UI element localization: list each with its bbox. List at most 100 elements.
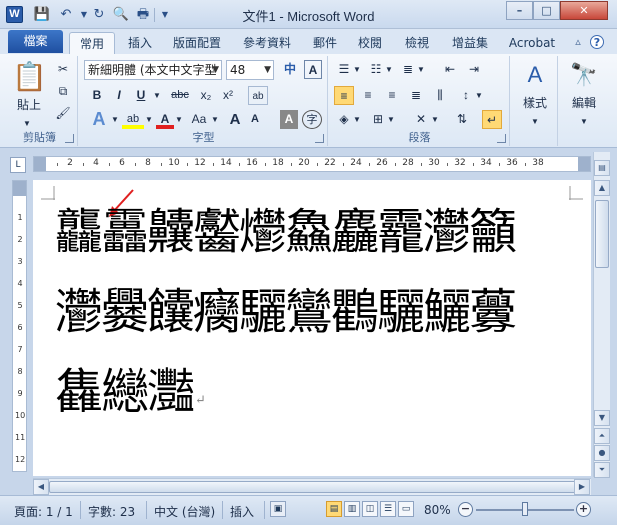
change-case-dropdown-icon[interactable]: ▼ [210,110,220,129]
line-spacing-dropdown-icon[interactable]: ▼ [474,86,484,105]
bold-button[interactable]: B [88,86,106,105]
scroll-left-icon[interactable]: ◀ [33,479,49,495]
vertical-scroll-thumb[interactable] [595,200,609,268]
outline-view-icon[interactable]: ☰ [380,501,396,517]
tab-file[interactable]: 檔案 [8,30,63,53]
phonetic-guide-icon[interactable]: ab [248,86,268,105]
vertical-scrollbar[interactable]: ▤ ▲ ▼ ⏶ ● ⏷ [593,152,610,478]
font-color-icon[interactable]: A [156,110,174,129]
editing-dropdown-icon[interactable]: ▼ [579,112,589,131]
draft-view-icon[interactable]: ▭ [398,501,414,517]
highlight-dropdown-icon[interactable]: ▼ [144,110,154,129]
tab-review[interactable]: 校閱 [350,32,390,54]
numbering-dropdown-icon[interactable]: ▼ [384,60,394,79]
justify-icon[interactable]: ≣ [406,86,426,105]
document-page[interactable]: 龘靐齉齾爩鱻麤龗灪籲 灪爨饢癵驪鸞鸜驪鱺虋 雥纞灩 ↵ [33,180,591,476]
cut-icon[interactable]: ✂ [54,60,72,79]
tab-home[interactable]: 常用 [69,32,115,54]
scroll-right-icon[interactable]: ▶ [574,479,590,495]
increase-indent-icon[interactable]: ⇥ [464,60,484,79]
horizontal-scrollbar[interactable]: ◀ ▶ [33,478,591,495]
previous-page-icon[interactable]: ⏶ [594,428,610,444]
editing-button[interactable]: 編輯 [562,94,606,113]
decrease-indent-icon[interactable]: ⇤ [440,60,460,79]
horizontal-ruler[interactable]: 2 4 6 8 10 12 14 16 18 20 22 24 26 28 30 32 34 36 38 [33,156,591,172]
strikethrough-button[interactable]: abc [166,86,194,105]
scroll-down-icon[interactable]: ▼ [594,410,610,426]
binoculars-icon[interactable]: 🔭 [568,62,600,90]
clipboard-launcher-icon[interactable] [65,134,74,143]
clear-formatting-icon[interactable]: A [304,60,322,79]
bullets-icon[interactable]: ☰ [334,60,354,79]
close-button[interactable]: ✕ [560,1,608,20]
macro-recording-icon[interactable]: ▣ [270,501,286,517]
zoom-out-icon[interactable]: − [458,502,473,517]
tab-page-layout[interactable]: 版面配置 [166,32,228,54]
vertical-ruler[interactable]: 1 2 3 4 5 6 7 8 9 10 11 12 [12,180,27,472]
minimize-ribbon-icon[interactable]: ▵ [571,35,585,49]
browse-object-icon[interactable]: ● [594,445,610,461]
paste-button[interactable]: 貼上 [14,96,44,115]
italic-button[interactable]: I [110,86,128,105]
bullets-dropdown-icon[interactable]: ▼ [352,60,362,79]
tab-view[interactable]: 檢視 [397,32,437,54]
copy-icon[interactable]: ⧉ [54,82,72,101]
paragraph-launcher-icon[interactable] [497,134,506,143]
underline-dropdown-icon[interactable]: ▼ [152,86,162,105]
text-effects-dropdown-icon[interactable]: ▼ [110,110,120,129]
zoom-in-icon[interactable]: + [576,502,591,517]
align-right-icon[interactable]: ≡ [382,86,402,105]
align-left-icon[interactable]: ≡ [334,86,354,105]
tab-acrobat[interactable]: Acrobat [503,32,561,54]
borders-dropdown-icon[interactable]: ▼ [386,110,396,129]
zoom-slider-thumb[interactable] [522,502,528,516]
font-color-dropdown-icon[interactable]: ▼ [174,110,184,129]
distributed-icon[interactable]: ⫼ [430,86,450,105]
full-screen-reading-icon[interactable]: ▥ [344,501,360,517]
superscript-button[interactable]: x² [218,86,238,105]
asian-layout-dropdown-icon[interactable]: ▼ [430,110,440,129]
multilevel-dropdown-icon[interactable]: ▼ [416,60,426,79]
shading-dropdown-icon[interactable]: ▼ [352,110,362,129]
asian-layout-icon[interactable]: ✕ [410,110,432,129]
insert-mode-indicator[interactable]: 插入 [230,503,254,520]
print-layout-view-icon[interactable]: ▤ [326,501,342,517]
tab-add-ins[interactable]: 增益集 [444,32,496,54]
sort-icon[interactable]: ⇅ [452,110,472,129]
enclose-characters-button[interactable]: 字 [302,110,322,129]
font-launcher-icon[interactable] [315,134,324,143]
web-layout-icon[interactable]: ◫ [362,501,378,517]
align-center-icon[interactable]: ≡ [358,86,378,105]
styles-dropdown-icon[interactable]: ▼ [530,112,540,131]
zoom-level[interactable]: 80% [424,503,451,517]
underline-button[interactable]: U [132,86,150,105]
grow-font-button[interactable]: A [226,110,244,129]
page-count[interactable]: 頁面: 1 / 1 [14,503,73,520]
font-name-dropdown[interactable]: 新細明體 (本文中文字型 ▼ [84,60,222,80]
change-case-button[interactable]: Aa [188,110,210,129]
shading-icon[interactable]: ◈ [334,110,354,129]
ruler-toggle-icon[interactable]: ▤ [594,160,610,176]
scroll-up-icon[interactable]: ▲ [594,180,610,196]
word-count[interactable]: 字數: 23 [88,503,135,520]
character-shading-button[interactable]: A [280,110,298,129]
tab-selector-icon[interactable]: L [10,157,26,173]
numbering-icon[interactable]: ☷ [366,60,386,79]
language-indicator[interactable]: 中文 (台灣) [154,503,215,520]
font-size-dropdown[interactable]: 48 ▼ [226,60,274,80]
next-page-icon[interactable]: ⏷ [594,462,610,478]
text-effects-icon[interactable]: A [88,110,110,129]
maximize-button[interactable]: □ [533,1,560,20]
tab-references[interactable]: 參考資料 [236,32,298,54]
shrink-font-button[interactable]: A [246,110,264,129]
borders-icon[interactable]: ⊞ [368,110,388,129]
styles-icon[interactable]: A [520,62,550,90]
paste-icon[interactable]: 📋 [12,60,47,94]
format-painter-icon[interactable]: 🖌 [54,104,72,123]
tab-insert[interactable]: 插入 [120,32,160,54]
horizontal-scroll-thumb[interactable] [49,481,579,493]
minimize-button[interactable]: – [506,1,533,20]
line-spacing-icon[interactable]: ↕ [456,86,476,105]
subscript-button[interactable]: x₂ [196,86,216,105]
chinese-conversion-icon[interactable]: 中 [280,60,300,79]
